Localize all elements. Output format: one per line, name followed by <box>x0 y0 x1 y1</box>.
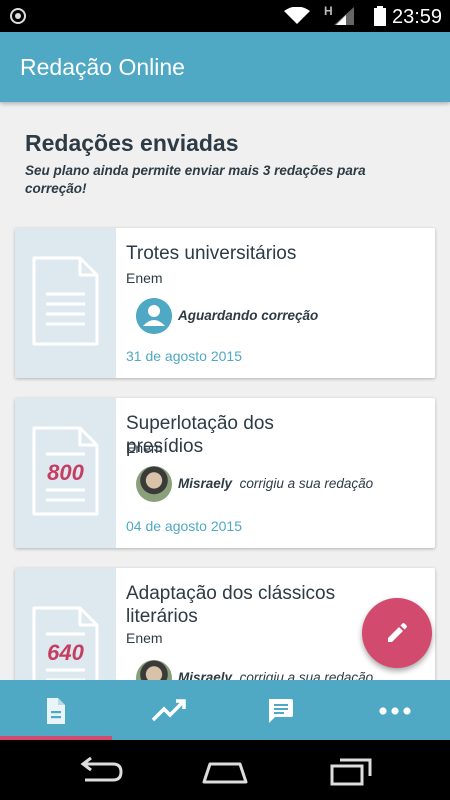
exam-type: Enem <box>126 270 163 286</box>
app-notification-icon <box>10 8 26 24</box>
new-essay-button[interactable] <box>362 598 432 668</box>
essay-card[interactable]: Trotes universitários Enem Aguardando co… <box>15 228 435 378</box>
app-bar: Redação Online <box>0 32 450 102</box>
bottom-navigation <box>0 680 450 740</box>
exam-type: Enem <box>126 630 163 646</box>
exam-type: Enem <box>126 440 163 456</box>
system-navigation-bar <box>0 740 450 800</box>
status-text: Misraely corrigiu a sua redação <box>178 670 373 680</box>
grade-score: 800 <box>47 460 84 485</box>
back-button[interactable] <box>75 754 135 788</box>
document-icon <box>32 256 99 346</box>
home-button[interactable] <box>200 754 260 788</box>
essay-thumbnail: 800 <box>15 398 116 548</box>
page-title: Redações enviadas <box>25 130 239 156</box>
app-title: Redação Online <box>20 54 185 80</box>
user-placeholder-icon <box>136 298 172 334</box>
submission-date: 04 de agosto 2015 <box>126 518 242 534</box>
tab-essays[interactable] <box>0 680 112 740</box>
essay-thumbnail <box>15 228 116 378</box>
wifi-icon <box>284 7 310 24</box>
chat-icon <box>269 699 293 723</box>
status-text: Aguardando correção <box>178 308 319 323</box>
tab-messages[interactable] <box>225 680 337 740</box>
essay-title: Trotes universitários <box>126 243 297 264</box>
back-icon <box>80 756 123 782</box>
tab-more[interactable] <box>337 680 449 740</box>
grade-score: 640 <box>47 640 84 665</box>
status-message: corrigiu a sua redação <box>239 476 374 491</box>
status-message: corrigiu a sua redação <box>239 670 374 680</box>
more-icon <box>379 707 411 715</box>
plan-remaining-notice: Seu plano ainda permite enviar mais 3 re… <box>25 163 366 196</box>
cell-signal-icon <box>334 7 354 25</box>
submission-date: 31 de agosto 2015 <box>126 348 242 364</box>
reviewer-name: Misraely <box>178 670 233 680</box>
battery-icon <box>374 6 386 26</box>
recent-apps-icon <box>330 758 372 786</box>
document-icon <box>47 698 65 724</box>
tab-progress[interactable] <box>112 680 224 740</box>
essay-card[interactable]: 800 Superlotação dos presídios Enem Misr… <box>15 398 435 548</box>
essay-list-screen[interactable]: Redações enviadas Seu plano ainda permit… <box>0 102 450 680</box>
network-type-label: H <box>324 4 333 18</box>
home-icon <box>202 762 248 784</box>
clock: 23:59 <box>392 6 443 28</box>
status-text: Misraely corrigiu a sua redação <box>178 476 373 491</box>
essay-title: Adaptação dos clássicos literários <box>126 583 336 627</box>
reviewer-avatar <box>136 466 172 502</box>
reviewer-avatar <box>136 660 172 680</box>
essay-thumbnail: 640 <box>15 568 116 680</box>
pencil-icon <box>388 623 407 642</box>
status-bar: H 23:59 <box>0 0 450 32</box>
trending-up-icon <box>152 699 186 722</box>
recent-apps-button[interactable] <box>328 754 388 788</box>
reviewer-name: Misraely <box>178 476 233 491</box>
